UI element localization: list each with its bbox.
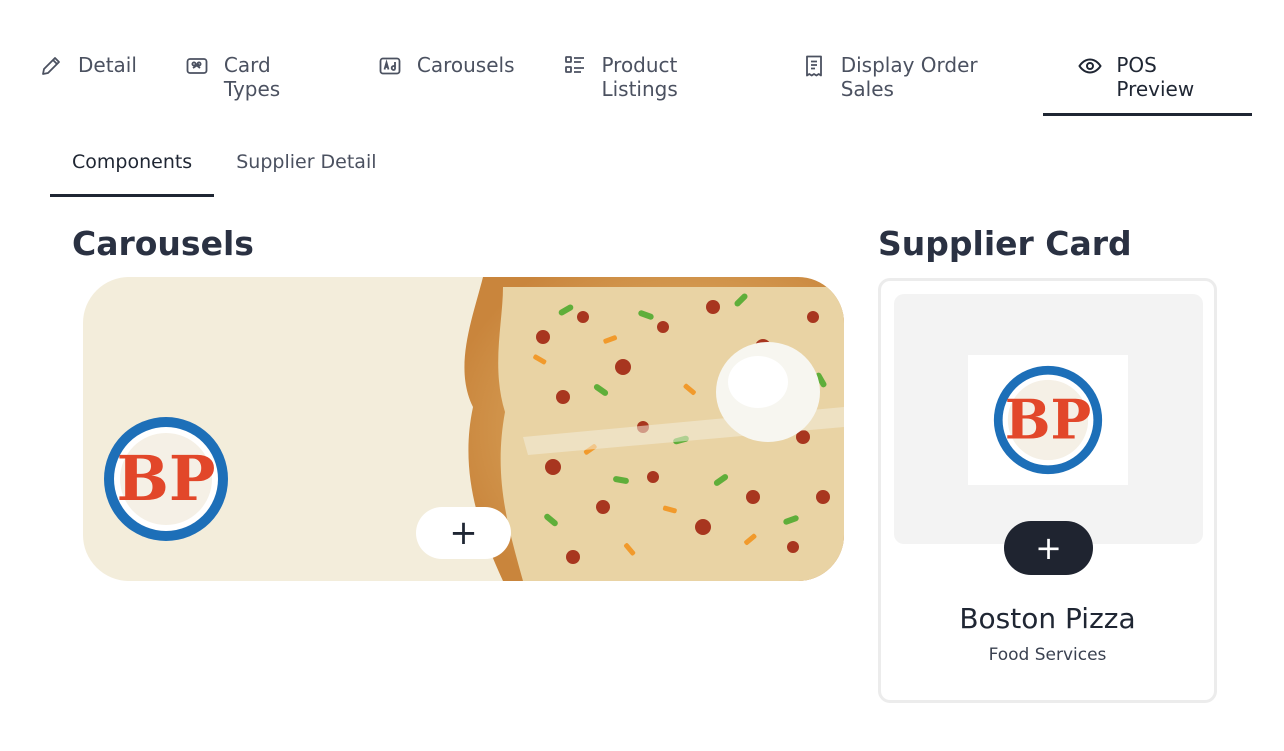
tab-display-order-sales-label: Display Order Sales	[840, 53, 978, 101]
card-types-icon	[185, 53, 210, 79]
carousel-banner[interactable]: BP +	[83, 277, 844, 581]
tab-display-order-sales[interactable]: Display Order Sales	[802, 40, 1030, 116]
subtab-components[interactable]: Components	[50, 150, 215, 197]
list-icon	[563, 53, 588, 79]
tab-detail-label: Detail	[78, 53, 137, 77]
pencil-icon	[38, 53, 64, 79]
boston-pizza-logo: BP	[104, 417, 228, 541]
supplier-category: Food Services	[988, 645, 1107, 665]
supplier-card: BP + Boston Pizza Food Services	[878, 278, 1217, 703]
sub-tab-bar: Components Supplier Detail	[50, 150, 399, 198]
supplier-name: Boston Pizza	[959, 602, 1136, 635]
supplier-card-heading: Supplier Card	[878, 224, 1132, 263]
supplier-add-button[interactable]: +	[1004, 521, 1093, 575]
supplier-card-media: BP	[894, 294, 1203, 544]
boston-pizza-logo: BP	[993, 365, 1103, 475]
tab-product-listings-label: Product Listings	[601, 53, 678, 101]
top-tab-bar: Detail Card Types Carousels Product List…	[38, 40, 1284, 116]
supplier-logo-box: BP	[968, 355, 1128, 485]
tab-card-types-label: Card Types	[223, 53, 281, 101]
svg-text:BP: BP	[116, 442, 215, 515]
carousel-add-button[interactable]: +	[416, 507, 511, 559]
tab-card-types[interactable]: Card Types	[185, 40, 329, 116]
tab-pos-preview[interactable]: POS Preview	[1077, 40, 1236, 116]
tab-carousels[interactable]: Carousels	[377, 40, 515, 116]
tab-pos-preview-label: POS Preview	[1116, 53, 1195, 101]
eye-icon	[1077, 53, 1102, 79]
tab-product-listings[interactable]: Product Listings	[563, 40, 754, 116]
active-tab-indicator	[1043, 113, 1252, 116]
tab-carousels-label: Carousels	[416, 53, 515, 77]
subtab-supplier-detail[interactable]: Supplier Detail	[214, 150, 398, 197]
svg-text:BP: BP	[1005, 387, 1091, 451]
receipt-icon	[802, 53, 827, 79]
carousels-heading: Carousels	[72, 224, 254, 263]
ad-icon	[377, 53, 403, 79]
tab-detail[interactable]: Detail	[38, 40, 137, 116]
